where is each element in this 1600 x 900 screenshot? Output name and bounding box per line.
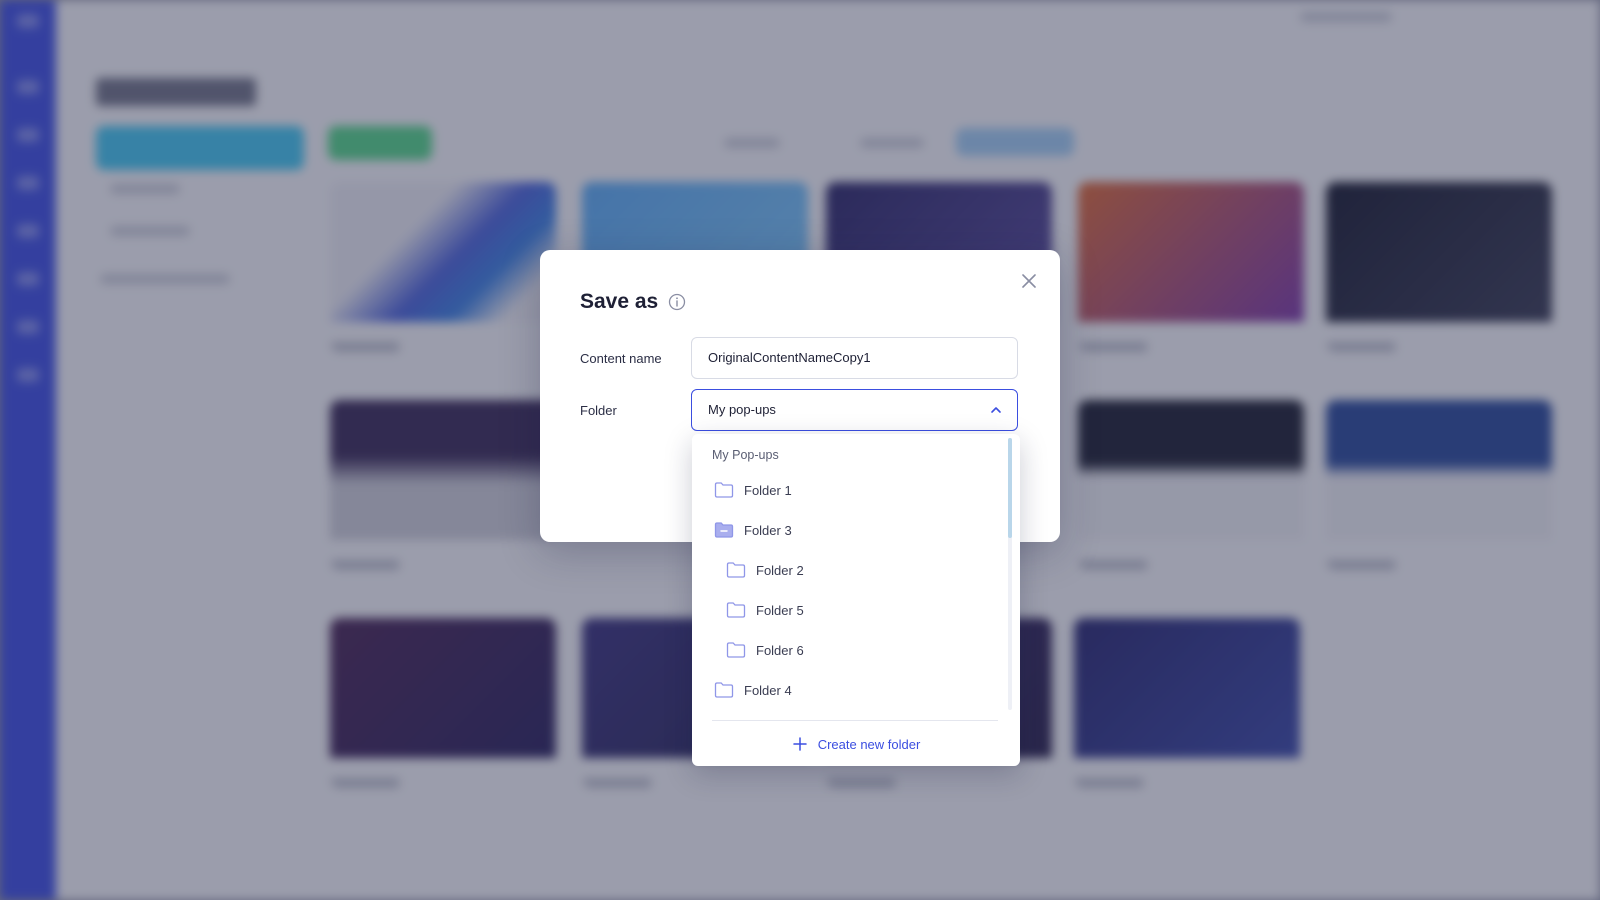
dialog-header: Save as <box>580 290 686 314</box>
dropdown-root-item[interactable]: My Pop-ups <box>712 448 779 462</box>
folder-icon <box>714 681 734 699</box>
folder-option-label: Folder 1 <box>744 482 792 498</box>
info-icon[interactable] <box>668 293 686 311</box>
folder-dropdown: My Pop-ups Folder 1 Folder 3 Folder 2 Fo… <box>692 434 1020 766</box>
folder-select-value: My pop-ups <box>708 402 776 417</box>
create-new-folder-button[interactable]: Create new folder <box>692 728 1020 760</box>
content-name-input[interactable]: OriginalContentNameCopy1 <box>691 337 1018 379</box>
dialog-title: Save as <box>580 290 659 313</box>
dropdown-divider <box>712 720 998 721</box>
folder-icon <box>726 641 746 659</box>
folder-option-label: Folder 3 <box>744 522 792 538</box>
folder-icon <box>726 561 746 579</box>
folder-icon <box>714 481 734 499</box>
content-name-label: Content name <box>580 351 662 366</box>
folder-option-2[interactable]: Folder 2 <box>726 558 804 582</box>
close-icon <box>1022 274 1036 288</box>
folder-icon <box>726 601 746 619</box>
folder-option-label: Folder 4 <box>744 682 792 698</box>
dropdown-scrollbar[interactable] <box>1008 438 1012 538</box>
folder-label: Folder <box>580 403 617 418</box>
folder-option-label: Folder 2 <box>756 562 804 578</box>
folder-open-icon <box>714 521 734 539</box>
close-button[interactable] <box>1018 270 1040 292</box>
folder-option-3[interactable]: Folder 3 <box>714 518 792 542</box>
folder-option-1[interactable]: Folder 1 <box>714 478 792 502</box>
folder-option-5[interactable]: Folder 5 <box>726 598 804 622</box>
folder-option-4[interactable]: Folder 4 <box>714 678 792 702</box>
create-new-folder-label: Create new folder <box>817 736 921 752</box>
plus-icon <box>792 736 808 752</box>
chevron-up-icon <box>989 403 1003 417</box>
folder-option-label: Folder 5 <box>756 602 804 618</box>
folder-option-label: Folder 6 <box>756 642 804 658</box>
folder-select[interactable]: My pop-ups <box>691 389 1018 431</box>
folder-option-6[interactable]: Folder 6 <box>726 638 804 662</box>
